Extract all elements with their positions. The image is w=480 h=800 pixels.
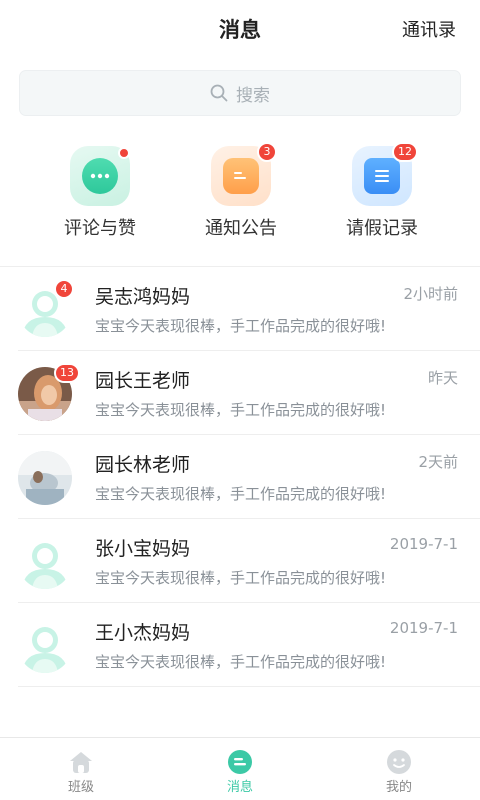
contact-name: 吴志鸿妈妈 bbox=[95, 286, 191, 308]
message-preview: 宝宝今天表现很棒，手工作品完成的很好哦! bbox=[95, 569, 387, 587]
default-avatar-icon bbox=[18, 619, 72, 673]
leave-record-icon: 12 bbox=[352, 142, 418, 206]
conversation-row[interactable]: 4 吴志鸿妈妈 2小时前 宝宝今天表现很棒，手工作品完成的很好哦! bbox=[0, 267, 480, 351]
tab-profile-label: 我的 bbox=[385, 780, 412, 795]
message-preview: 宝宝今天表现很棒，手工作品完成的很好哦! bbox=[95, 485, 387, 503]
conversation-row[interactable]: 张小宝妈妈 2019-7-1 宝宝今天表现很棒，手工作品完成的很好哦! bbox=[0, 519, 480, 603]
comments-likes-entry[interactable]: 评论与赞 bbox=[40, 146, 160, 240]
message-time: 2019-7-1 bbox=[389, 619, 458, 637]
unread-badge: 13 bbox=[54, 363, 80, 383]
tab-messages-label: 消息 bbox=[226, 780, 253, 795]
tab-profile[interactable]: 我的 bbox=[339, 738, 459, 800]
announcements-entry[interactable]: 3 通知公告 bbox=[181, 142, 301, 240]
message-icon bbox=[226, 748, 254, 776]
message-preview: 宝宝今天表现很棒，手工作品完成的很好哦! bbox=[95, 653, 387, 671]
contacts-button[interactable]: 通讯录 bbox=[402, 16, 456, 42]
row-divider bbox=[18, 686, 480, 687]
contact-name: 园长王老师 bbox=[95, 370, 191, 392]
message-time: 2小时前 bbox=[403, 285, 458, 303]
search-icon bbox=[210, 84, 228, 102]
announcements-badge: 3 bbox=[257, 142, 277, 162]
tab-class-label: 班级 bbox=[67, 780, 94, 795]
message-time: 2天前 bbox=[418, 453, 458, 471]
tab-messages[interactable]: 消息 bbox=[180, 738, 300, 800]
tab-bar: 班级 消息 我的 bbox=[0, 737, 480, 800]
header: 消息 通讯录 bbox=[0, 0, 480, 58]
unread-badge: 4 bbox=[54, 279, 74, 299]
leave-records-entry[interactable]: 12 请假记录 bbox=[322, 142, 442, 240]
unread-dot bbox=[118, 147, 130, 159]
search-input[interactable]: 搜索 bbox=[19, 70, 461, 116]
message-time: 昨天 bbox=[427, 369, 458, 387]
comments-likes-label: 评论与赞 bbox=[64, 218, 136, 239]
message-preview: 宝宝今天表现很棒，手工作品完成的很好哦! bbox=[95, 401, 387, 419]
quick-entries: 评论与赞 3 通知公告 12 请假记录 bbox=[0, 142, 480, 246]
leave-records-label: 请假记录 bbox=[346, 218, 418, 239]
photo-avatar-icon bbox=[18, 451, 72, 505]
conversation-list: 4 吴志鸿妈妈 2小时前 宝宝今天表现很棒，手工作品完成的很好哦! 13 园长王… bbox=[0, 267, 480, 687]
conversation-row[interactable]: 13 园长王老师 昨天 宝宝今天表现很棒，手工作品完成的很好哦! bbox=[0, 351, 480, 435]
contact-name: 张小宝妈妈 bbox=[95, 538, 191, 560]
conversation-row[interactable]: 园长林老师 2天前 宝宝今天表现很棒，手工作品完成的很好哦! bbox=[0, 435, 480, 519]
message-preview: 宝宝今天表现很棒，手工作品完成的很好哦! bbox=[95, 317, 387, 335]
tab-class[interactable]: 班级 bbox=[21, 738, 141, 800]
leave-records-badge: 12 bbox=[392, 142, 418, 162]
announcement-icon: 3 bbox=[211, 142, 277, 206]
class-house-icon bbox=[67, 748, 95, 776]
default-avatar-icon bbox=[18, 535, 72, 589]
profile-icon bbox=[385, 748, 413, 776]
contact-name: 王小杰妈妈 bbox=[95, 622, 191, 644]
message-time: 2019-7-1 bbox=[389, 535, 458, 553]
announcements-label: 通知公告 bbox=[205, 218, 277, 239]
conversation-row[interactable]: 王小杰妈妈 2019-7-1 宝宝今天表现很棒，手工作品完成的很好哦! bbox=[0, 603, 480, 687]
chat-bubble-icon bbox=[70, 146, 130, 206]
search-placeholder: 搜索 bbox=[236, 85, 270, 106]
contact-name: 园长林老师 bbox=[95, 454, 191, 476]
